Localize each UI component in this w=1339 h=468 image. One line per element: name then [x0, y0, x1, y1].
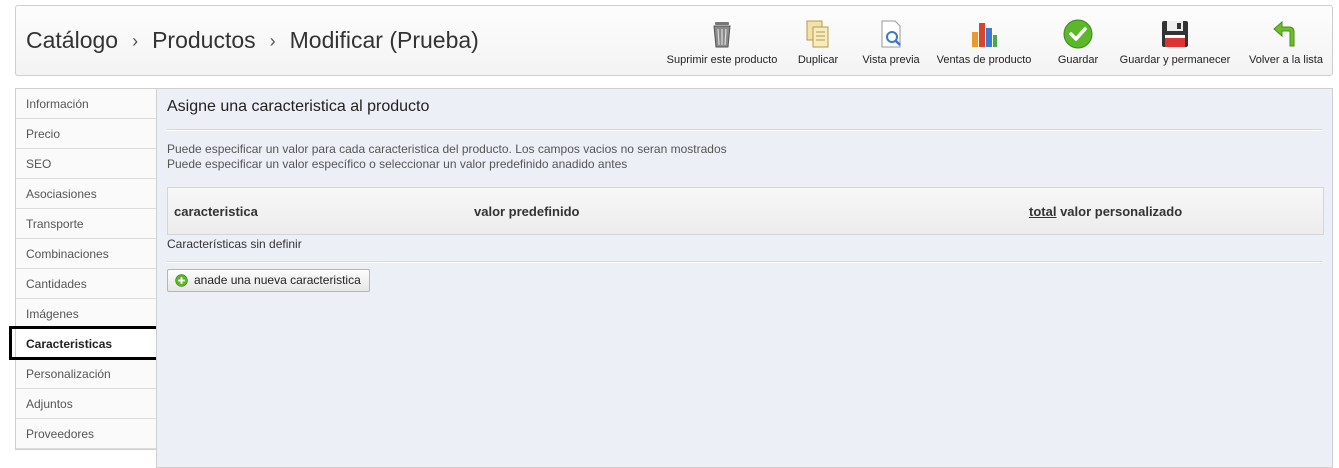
column-header-feature: caracteristica — [174, 204, 258, 219]
description-line-1: Puede especificar un valor para cada car… — [167, 142, 727, 156]
back-to-list-button[interactable]: Volver a la lista — [1244, 6, 1328, 77]
save-and-stay-label: Guardar y permanecer — [1119, 54, 1231, 66]
sidebar-item-combinaciones[interactable]: Combinaciones — [16, 239, 156, 269]
back-arrow-icon — [1273, 20, 1295, 47]
duplicate-icon — [806, 20, 829, 48]
divider — [167, 129, 1322, 131]
sidebar-item-informacion[interactable]: Información — [16, 89, 156, 119]
preview-label: Vista previa — [862, 54, 920, 66]
sidebar-item-caracteristicas[interactable]: Caracteristicas — [16, 329, 156, 359]
duplicate-button[interactable]: Duplicar — [788, 6, 848, 77]
preview-magnifier-icon — [881, 20, 901, 48]
save-label: Guardar — [1057, 54, 1099, 66]
add-new-feature-label: anade una nueva caracteristica — [194, 273, 361, 287]
delete-product-label: Suprimir este producto — [666, 54, 778, 66]
sidebar-item-seo[interactable]: SEO — [16, 149, 156, 179]
back-to-list-label: Volver a la lista — [1249, 54, 1323, 66]
floppy-disk-icon — [1162, 21, 1188, 47]
description-line-2: Puede especificar un valor específico o … — [167, 157, 628, 171]
product-tabs-sidebar: Información Precio SEO Asociasiones Tran… — [15, 88, 156, 450]
delete-product-button[interactable]: Suprimir este producto — [664, 6, 780, 77]
custom-value-label: valor personalizado — [1060, 204, 1183, 219]
duplicate-label: Duplicar — [797, 54, 839, 66]
breadcrumb-current: Modificar (Prueba) — [289, 27, 479, 53]
page-header: Catálogo › Productos › Modificar (Prueba… — [15, 5, 1333, 76]
panel-description: Puede especificar un valor para cada car… — [167, 142, 727, 172]
preview-button[interactable]: Vista previa — [856, 6, 926, 77]
total-link[interactable]: total — [1029, 204, 1056, 219]
sidebar-item-adjuntos[interactable]: Adjuntos — [16, 389, 156, 419]
column-header-predefined-value: valor predefinido — [474, 204, 580, 219]
add-circle-icon — [175, 274, 188, 287]
checkmark-icon — [1063, 19, 1093, 49]
breadcrumb-products[interactable]: Productos — [152, 27, 256, 54]
breadcrumb-separator: › — [132, 31, 139, 51]
column-header-custom-value: total valor personalizado — [1029, 204, 1182, 219]
sidebar-item-cantidades[interactable]: Cantidades — [16, 269, 156, 299]
panel-title: Asigne una caracteristica al producto — [167, 98, 430, 115]
features-panel: Asigne una caracteristica al producto Pu… — [156, 88, 1333, 468]
add-new-feature-button[interactable]: anade una nueva caracteristica — [167, 269, 370, 292]
breadcrumb-separator: › — [269, 31, 276, 51]
breadcrumb-catalog[interactable]: Catálogo — [26, 27, 118, 54]
product-sales-label: Ventas de producto — [936, 54, 1032, 66]
trash-icon — [713, 22, 731, 48]
sidebar-item-imagenes[interactable]: Imágenes — [16, 299, 156, 329]
breadcrumb: Catálogo › Productos › Modificar (Prueba… — [26, 27, 479, 54]
product-sales-button[interactable]: Ventas de producto — [932, 6, 1036, 77]
sidebar-item-transporte[interactable]: Transporte — [16, 209, 156, 239]
sidebar-item-personalizacion[interactable]: Personalización — [16, 359, 156, 389]
empty-features-message: Características sin definir — [167, 237, 302, 251]
bar-chart-icon — [972, 23, 997, 47]
sidebar-item-precio[interactable]: Precio — [16, 119, 156, 149]
features-table-header: caracteristica valor predefinido total v… — [167, 187, 1324, 235]
sidebar-item-proveedores[interactable]: Proveedores — [16, 419, 156, 449]
save-and-stay-button[interactable]: Guardar y permanecer — [1116, 6, 1234, 77]
divider — [167, 261, 1322, 263]
sidebar-item-asociaciones[interactable]: Asociasiones — [16, 179, 156, 209]
save-button[interactable]: Guardar — [1052, 6, 1104, 77]
